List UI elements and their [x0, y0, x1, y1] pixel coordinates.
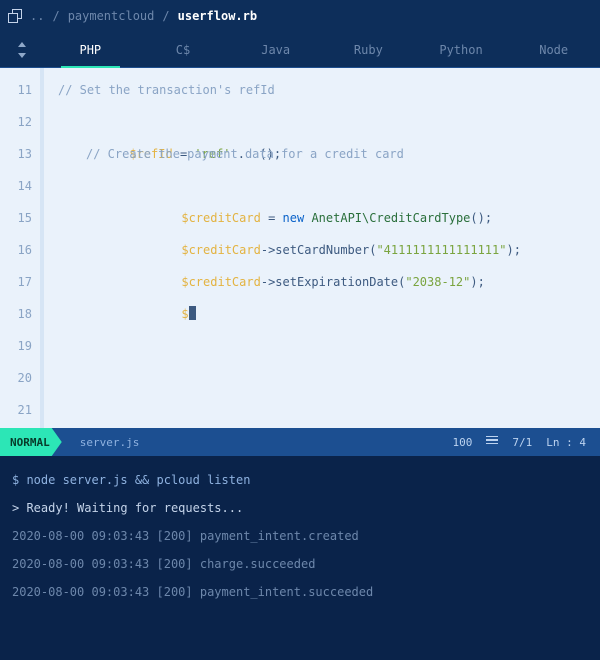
- code-keyword: new: [283, 211, 305, 225]
- titlebar: .. / paymentcloud / userflow.rb: [0, 0, 600, 32]
- text-cursor: [189, 306, 196, 320]
- code-call: ->setExpirationDate(: [261, 275, 406, 289]
- sort-icon: [15, 42, 29, 58]
- status-file[interactable]: server.js: [80, 436, 140, 449]
- code-var: $creditCard: [181, 211, 260, 225]
- tab-label: C$: [176, 43, 190, 57]
- status-bar: NORMAL server.js 100 7/1 Ln : 4: [0, 428, 600, 456]
- terminal-line: $ node server.js && pcloud listen: [12, 466, 588, 494]
- line-gutter: 11 12 13 14 15 16 17 18 19 20 21: [0, 68, 44, 428]
- tab-label: Python: [439, 43, 482, 57]
- sort-toggle[interactable]: [0, 32, 44, 67]
- hamburger-icon[interactable]: [486, 436, 498, 449]
- tab-label: Node: [539, 43, 568, 57]
- tab-node[interactable]: Node: [507, 32, 600, 67]
- code-call: ->setCardNumber(: [261, 243, 377, 257]
- terminal-line: 2020-08-00 09:03:43 [200] payment_intent…: [12, 578, 588, 606]
- tab-python[interactable]: Python: [415, 32, 508, 67]
- tab-label: Ruby: [354, 43, 383, 57]
- tab-php[interactable]: PHP: [44, 32, 137, 67]
- empty-line: [58, 394, 592, 426]
- terminal-panel[interactable]: $ node server.js && pcloud listen > Read…: [0, 456, 600, 660]
- breadcrumb-sep: /: [52, 9, 59, 23]
- empty-line: [58, 362, 592, 394]
- line-number: 21: [0, 394, 40, 426]
- line-number: 14: [0, 170, 40, 202]
- breadcrumb-folder[interactable]: paymentcloud: [68, 9, 155, 23]
- code-punct: =: [261, 211, 283, 225]
- code-string: "2038-12": [405, 275, 470, 289]
- code-editor[interactable]: 11 12 13 14 15 16 17 18 19 20 21 // Set …: [0, 68, 600, 428]
- tab-cs[interactable]: C$: [137, 32, 230, 67]
- code-punct: );: [506, 243, 520, 257]
- line-number: 16: [0, 234, 40, 266]
- status-line: Ln : 4: [546, 436, 586, 449]
- tab-label: PHP: [79, 43, 101, 57]
- code-punct: ();: [470, 211, 492, 225]
- breadcrumb-file[interactable]: userflow.rb: [178, 9, 257, 23]
- vim-mode-badge: NORMAL: [0, 428, 62, 456]
- code-var: $creditCard: [181, 243, 260, 257]
- terminal-line: 2020-08-00 09:03:43 [200] charge.succeed…: [12, 550, 588, 578]
- line-number: 12: [0, 106, 40, 138]
- window-stack-icon: [8, 9, 22, 23]
- code-var: $: [181, 307, 188, 321]
- status-pos: 7/1: [512, 436, 532, 449]
- tab-label: Java: [261, 43, 290, 57]
- code-string: "4111111111111111": [376, 243, 506, 257]
- tab-java[interactable]: Java: [229, 32, 322, 67]
- code-var: $creditCard: [181, 275, 260, 289]
- line-number: 17: [0, 266, 40, 298]
- breadcrumb-dots: ..: [30, 9, 44, 23]
- code-punct: );: [470, 275, 484, 289]
- line-number: 15: [0, 202, 40, 234]
- code-body[interactable]: // Set the transaction's refId $refId = …: [44, 68, 600, 428]
- line-number: 20: [0, 362, 40, 394]
- language-tabstrip: PHP C$ Java Ruby Python Node: [0, 32, 600, 68]
- status-col: 100: [453, 436, 473, 449]
- line-number: 19: [0, 330, 40, 362]
- breadcrumb-sep: /: [162, 9, 169, 23]
- code-comment: // Create the payment data for a credit …: [86, 147, 404, 161]
- line-number: 18: [0, 298, 40, 330]
- terminal-line: > Ready! Waiting for requests...: [12, 494, 588, 522]
- code-type: AnetAPI\CreditCardType: [311, 211, 470, 225]
- code-comment: // Set the transaction's refId: [58, 83, 275, 97]
- tab-ruby[interactable]: Ruby: [322, 32, 415, 67]
- line-number: 13: [0, 138, 40, 170]
- terminal-line: 2020-08-00 09:03:43 [200] payment_intent…: [12, 522, 588, 550]
- line-number: 11: [0, 74, 40, 106]
